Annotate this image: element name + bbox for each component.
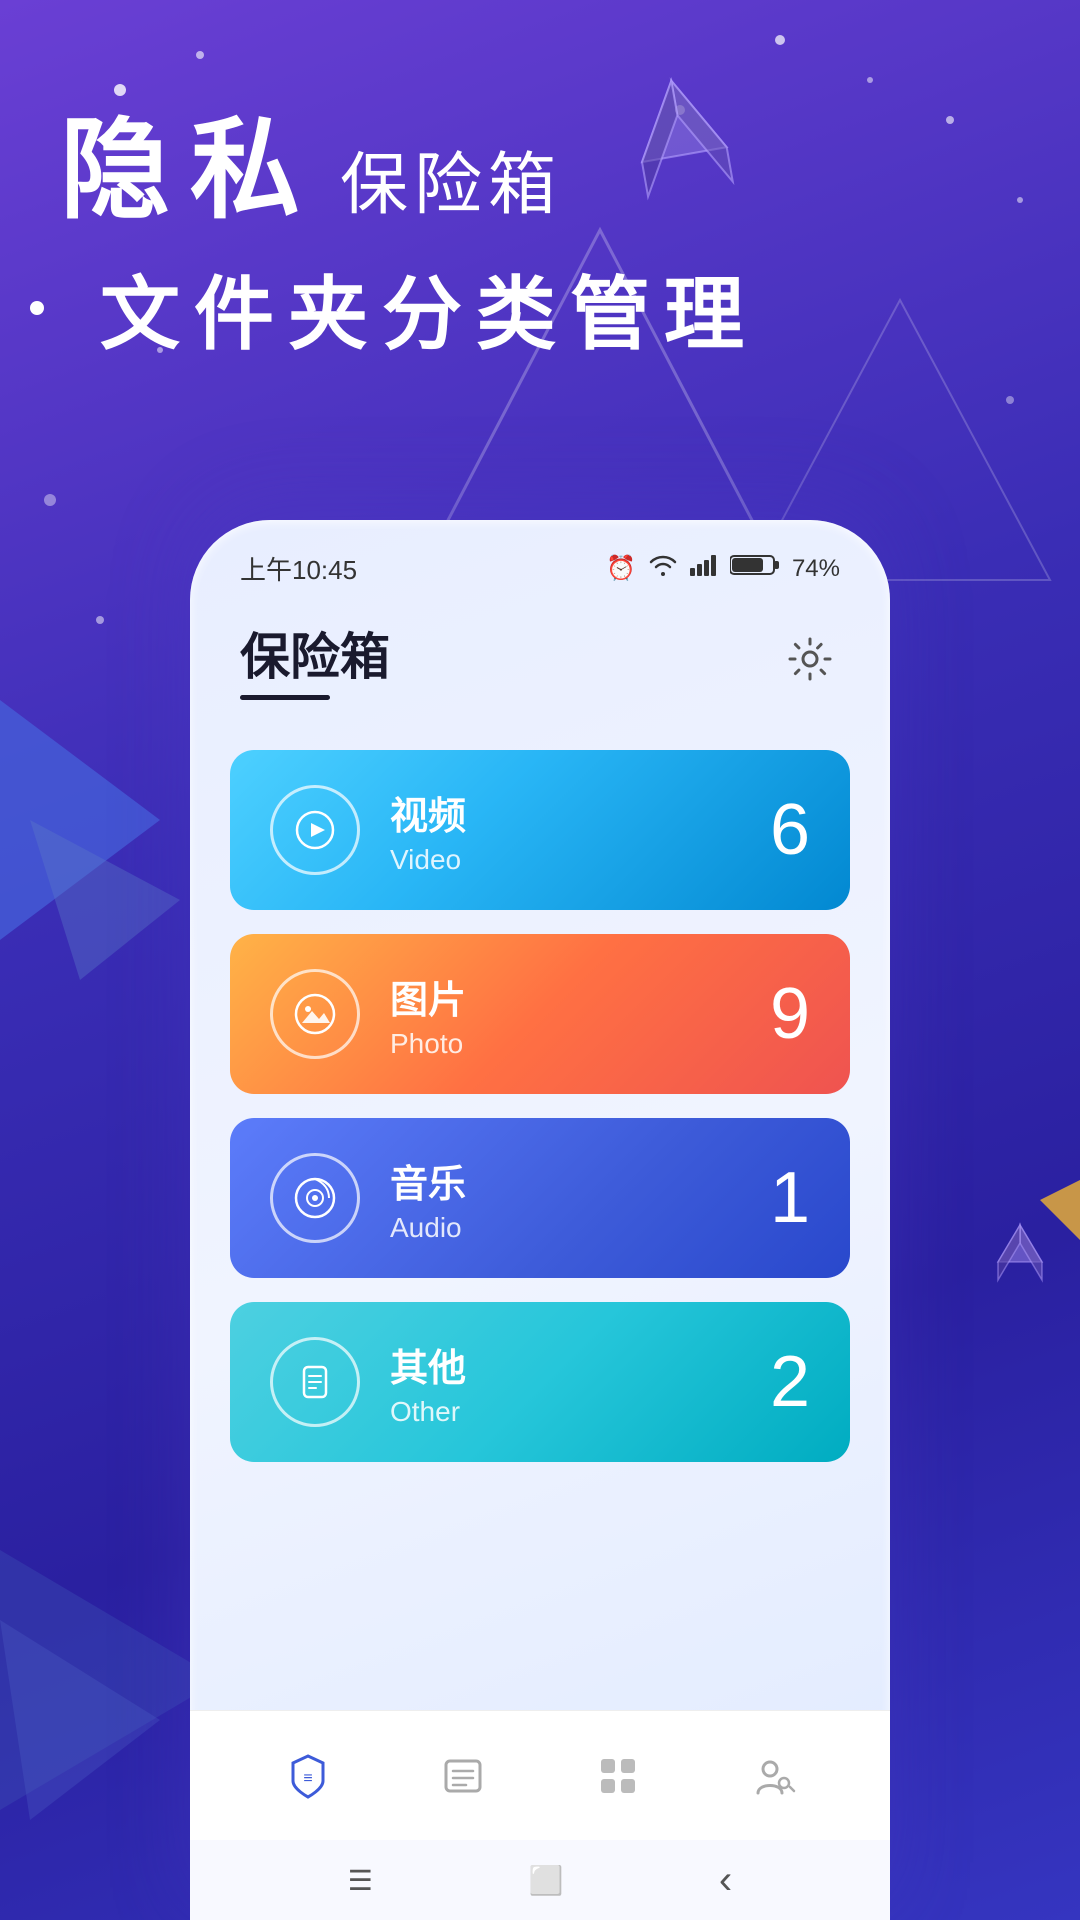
nav-item-list[interactable] (418, 1741, 508, 1811)
cards-container: 视频 Video 6 图片 Photo (190, 730, 890, 1710)
nav-home-button[interactable]: ⬜ (528, 1864, 563, 1897)
photo-name-en: Photo (390, 1028, 466, 1060)
audio-name-zh: 音乐 (390, 1153, 466, 1208)
system-nav-bar: ☰ ⬜ ‹ (190, 1840, 890, 1920)
video-name-en: Video (390, 844, 466, 876)
phone-mockup: 上午10:45 ⏰ (190, 520, 890, 1920)
category-card-other[interactable]: 其他 Other 2 (230, 1302, 850, 1462)
other-icon-circle (270, 1337, 360, 1427)
signal-icon (690, 554, 718, 583)
nav-menu-button[interactable]: ☰ (348, 1864, 373, 1897)
category-card-photo[interactable]: 图片 Photo 9 (230, 934, 850, 1094)
header-bullet (30, 301, 44, 315)
svg-text:≡: ≡ (303, 1770, 312, 1787)
other-name-zh: 其他 (390, 1337, 466, 1392)
alarm-icon: ⏰ (606, 554, 636, 583)
header-title-big: 隐私 (60, 80, 320, 240)
app-title-wrap: 保险箱 (240, 617, 390, 700)
nav-item-profile[interactable] (728, 1741, 818, 1811)
app-header: 保险箱 (190, 597, 890, 730)
status-bar: 上午10:45 ⏰ (190, 520, 890, 597)
battery-text: 74% (792, 555, 840, 583)
nav-item-safe[interactable]: ≡ (263, 1741, 353, 1811)
video-count: 6 (770, 789, 810, 871)
audio-icon-circle (270, 1153, 360, 1243)
category-card-video[interactable]: 视频 Video 6 (230, 750, 850, 910)
other-name-en: Other (390, 1396, 466, 1428)
nav-item-apps[interactable] (573, 1741, 663, 1811)
nav-back-button[interactable]: ‹ (719, 1858, 732, 1903)
status-time: 上午10:45 (240, 550, 357, 587)
photo-icon-circle (270, 969, 360, 1059)
wifi-icon (648, 554, 678, 583)
category-card-audio[interactable]: 音乐 Audio 1 (230, 1118, 850, 1278)
audio-name-en: Audio (390, 1212, 466, 1244)
header-text: 隐私 保险箱 文件夹分类管理 (60, 80, 758, 366)
photo-name-zh: 图片 (390, 969, 466, 1024)
video-icon-circle (270, 785, 360, 875)
bottom-nav: ≡ (190, 1710, 890, 1840)
other-count: 2 (770, 1341, 810, 1423)
video-name-zh: 视频 (390, 785, 466, 840)
header-title-small: 保险箱 (340, 129, 562, 228)
title-underline (240, 695, 330, 700)
header-line2: 文件夹分类管理 (100, 250, 758, 366)
battery-icon (730, 553, 780, 584)
photo-count: 9 (770, 973, 810, 1055)
audio-count: 1 (770, 1157, 810, 1239)
status-icons: ⏰ (606, 553, 840, 584)
app-title: 保险箱 (240, 617, 390, 689)
header-line1: 隐私 保险箱 (60, 80, 758, 240)
settings-button[interactable] (780, 629, 840, 689)
